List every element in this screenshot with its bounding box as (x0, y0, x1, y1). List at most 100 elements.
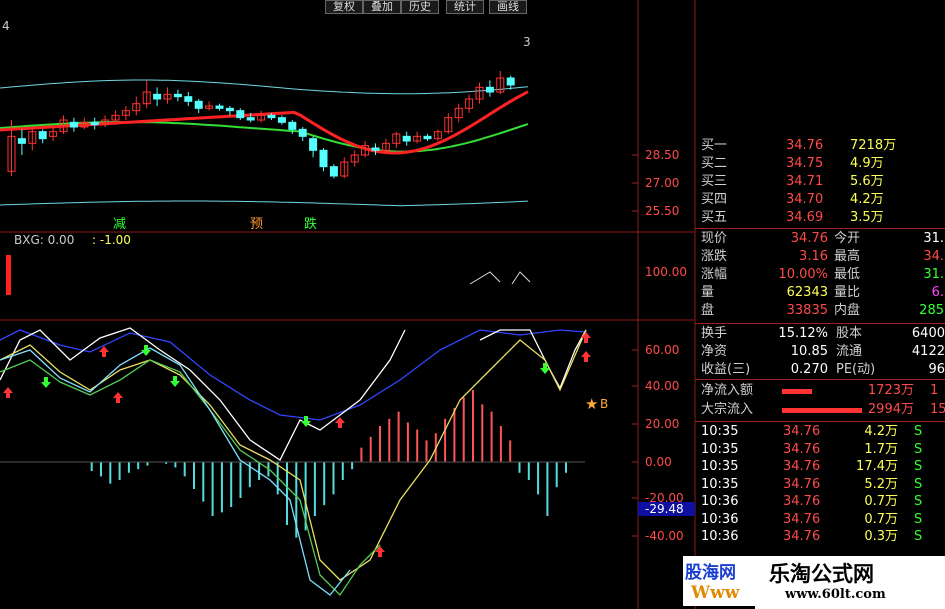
stat2-label-2: PE(动) (836, 362, 876, 377)
stat-value-2: 285 (919, 303, 944, 318)
stat-label: 量 (701, 285, 715, 300)
toolbar-button-lishi[interactable]: 历史 (401, 0, 439, 14)
b-label: B (600, 397, 608, 411)
candle-body (267, 114, 276, 119)
candle-body (402, 135, 411, 142)
bxg-y-tick: 100.00 (645, 265, 687, 279)
toolbar-button-fuquan[interactable]: 复权 (325, 0, 363, 14)
tick-price: 34.76 (783, 424, 821, 439)
bid-volume: 4.2万 (850, 192, 884, 207)
tick-side: S (914, 424, 923, 439)
flow-label: 净流入额 (701, 383, 754, 398)
tick-volume: 1.7万 (864, 441, 898, 457)
tick-side: S (914, 511, 923, 527)
down-arrow-icon (41, 377, 51, 388)
bxg-title: BXG: 0.00 (14, 233, 74, 247)
tick-volume: 4.2万 (864, 424, 898, 439)
tick-side: S (914, 476, 923, 492)
stat-label: 盘 (701, 303, 715, 318)
stats2-divider (695, 323, 945, 324)
tick-time: 10:36 (701, 511, 739, 527)
candle-body (485, 86, 494, 93)
stat-label: 涨幅 (701, 267, 728, 282)
line-blue (0, 329, 586, 421)
down-arrow-icon (141, 345, 151, 356)
stat-value-2: 31. (923, 231, 944, 246)
line-white-2 (479, 329, 587, 390)
bid-label: 买四 (701, 192, 728, 207)
candle-body (153, 93, 162, 100)
up-arrow-icon (581, 332, 591, 343)
flow-label: 大宗流入 (701, 402, 754, 417)
candlesticks (7, 71, 515, 179)
toolbar-button-huaxian[interactable]: 画线 (489, 0, 527, 14)
tick-side: S (914, 459, 923, 474)
tick-volume: 0.3万 (864, 529, 898, 544)
tick-time: 10:35 (701, 459, 739, 474)
candle-body (277, 117, 286, 123)
bid-label: 买二 (701, 156, 728, 171)
tick-volume: 0.7万 (864, 494, 898, 509)
stat-value: 10.00% (778, 267, 828, 282)
up-arrow-icon (335, 417, 345, 428)
candle-body (319, 149, 328, 168)
current-value: -29.48 (645, 502, 684, 516)
stat2-value: 0.270 (790, 362, 828, 377)
candle-body (236, 110, 245, 119)
down-arrow-icon (170, 376, 180, 387)
band-upper (0, 79, 529, 95)
stat-label-2: 最高 (834, 249, 861, 264)
tick-price: 34.76 (783, 441, 821, 457)
flow-value: 2994万 (867, 402, 914, 417)
line-yellow (0, 329, 587, 581)
toolbar-button-tongji[interactable]: 统计 (446, 0, 484, 14)
bid-label: 买一 (701, 138, 728, 153)
indicator-y-tick-label: 20.00 (645, 417, 679, 431)
stat-value: 34.76 (790, 231, 828, 246)
candle-body (225, 107, 234, 112)
tick-price: 34.76 (783, 459, 821, 474)
stat-label: 现价 (701, 231, 728, 246)
indicator-y-tick-label: 40.00 (645, 379, 679, 393)
flow-extra: 1 (930, 383, 939, 398)
flow-divider (695, 379, 945, 380)
candle-body (69, 121, 78, 128)
candle-body (246, 117, 255, 121)
stat-value: 33835 (786, 303, 828, 318)
bid-price: 34.69 (786, 210, 824, 225)
stat2-label: 净资 (701, 344, 728, 359)
candle-body (329, 166, 338, 177)
marker-yu: 预 (250, 217, 263, 232)
tick-price: 34.76 (783, 476, 821, 492)
indicator-y-tick-label: 0.00 (645, 455, 672, 469)
tick-price: 34.76 (783, 494, 821, 509)
bxg-peaks (469, 271, 531, 285)
marker-jian: 减 (113, 217, 126, 232)
b-star-icon: ★ (585, 395, 598, 413)
stat2-value: 10.85 (790, 344, 828, 359)
watermark-right-url: www.60lt.com (785, 587, 886, 602)
watermark-right-text: 乐淘公式网 (769, 561, 874, 586)
tick-volume: 0.7万 (864, 511, 898, 527)
stat2-label-2: 流通 (836, 344, 863, 359)
bid-price: 34.75 (786, 156, 824, 171)
indicator-y-tick-label: -40.00 (645, 529, 684, 543)
marker-die: 跌 (304, 216, 317, 232)
tick-time: 10:36 (701, 494, 739, 509)
watermark-left-text: 股海网 (685, 563, 736, 583)
main-y-tick-label: 28.50 (645, 148, 679, 162)
candle-body (184, 96, 193, 102)
candle-body (371, 147, 380, 151)
stat2-value-2: 96 (928, 362, 945, 377)
tick-time: 10:35 (701, 424, 739, 439)
flow-bar (782, 389, 812, 394)
stat2-label: 换手 (701, 326, 728, 341)
tick-side: S (914, 529, 923, 544)
tick-time: 10:35 (701, 476, 739, 492)
stat2-label-2: 股本 (836, 326, 863, 341)
toolbar-button-diejia[interactable]: 叠加 (363, 0, 401, 14)
stat-value: 3.16 (799, 249, 828, 264)
tick-divider (695, 421, 945, 422)
candle-body (309, 138, 318, 151)
stat-value-2: 34. (923, 249, 944, 264)
